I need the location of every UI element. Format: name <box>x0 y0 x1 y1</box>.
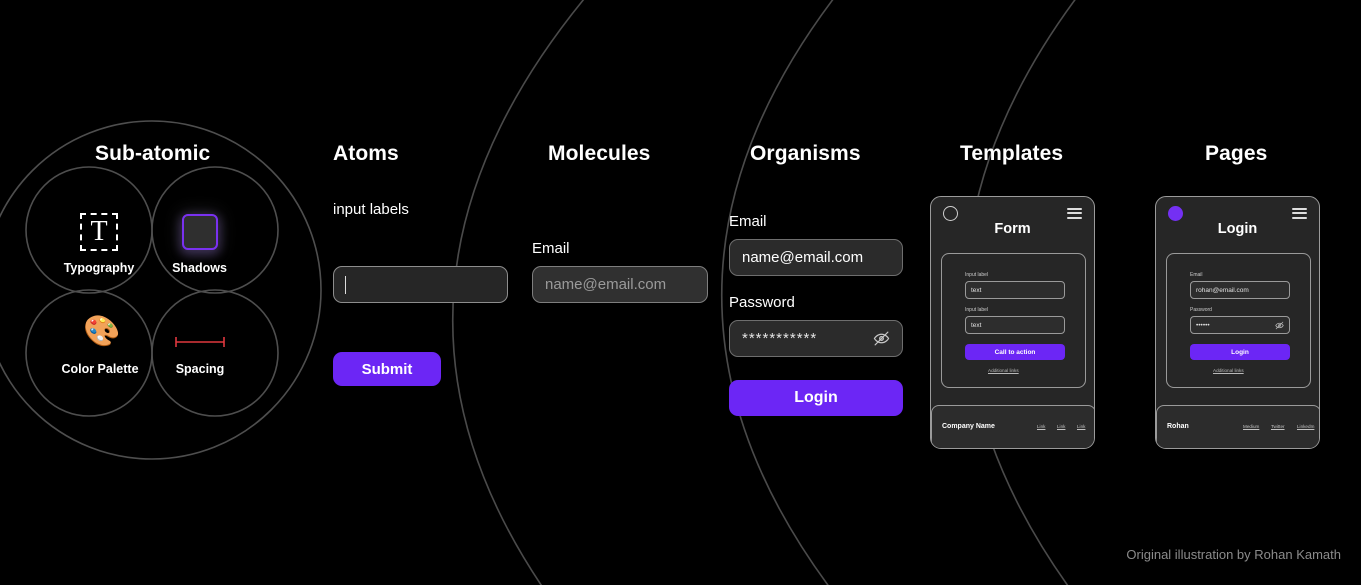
subatomic-label-spacing: Spacing <box>175 362 225 376</box>
molecules-email-input[interactable]: name@email.com <box>532 266 708 303</box>
pages-screen-title: Login <box>1217 221 1258 237</box>
typography-glyph: T <box>90 216 108 247</box>
page-title-pages: Pages <box>1205 142 1268 165</box>
templates-field-value-2: text <box>971 321 982 329</box>
pages-footer-bar: Rohan Medium Twitter LinkedIn <box>1156 405 1319 448</box>
venn-outer-circle <box>0 120 322 460</box>
templates-phone-mockup: Form Input label text Input label text C… <box>930 196 1095 449</box>
subatomic-label-color-palette: Color Palette <box>61 362 139 376</box>
pages-login-card: Email rohan@email.com Password •••••• Lo… <box>1166 253 1311 388</box>
templates-field-input-1[interactable]: text <box>965 281 1065 299</box>
shadow-swatch-icon <box>182 214 218 250</box>
text-caret <box>345 275 346 294</box>
pages-password-input[interactable]: •••••• <box>1190 316 1290 334</box>
typography-icon: T <box>80 213 118 251</box>
eye-off-icon[interactable] <box>873 330 890 347</box>
templates-footer-name: Company Name <box>942 423 995 430</box>
molecules-email-placeholder: name@email.com <box>545 276 667 293</box>
illustration-canvas: Sub-atomic Atoms Molecules Organisms Tem… <box>0 0 1361 585</box>
page-title-subatomic: Sub-atomic <box>95 142 211 165</box>
background-arc-2 <box>720 0 834 585</box>
venn-circle-color <box>25 289 153 417</box>
hamburger-menu-icon[interactable] <box>1292 208 1307 219</box>
templates-footer-bar: Company Name Link Link Link <box>931 405 1094 448</box>
color-palette-icon: 🎨 <box>83 315 121 348</box>
pages-footer-link-medium[interactable]: Medium <box>1243 424 1259 430</box>
pages-email-label: Email <box>1190 272 1203 278</box>
atoms-input[interactable] <box>333 266 508 303</box>
spacing-measure-icon <box>175 337 225 347</box>
eye-off-icon[interactable] <box>1275 321 1284 330</box>
pages-phone-mockup: Login Email rohan@email.com Password •••… <box>1155 196 1320 449</box>
page-title-organisms: Organisms <box>750 142 861 165</box>
venn-circle-spacing <box>151 289 279 417</box>
subatomic-label-shadows: Shadows <box>172 261 227 275</box>
pages-footer-name: Rohan <box>1167 423 1189 430</box>
templates-footer-link-3[interactable]: Link <box>1077 424 1085 430</box>
templates-additional-links[interactable]: Additional links <box>988 368 1019 374</box>
templates-footer-link-2[interactable]: Link <box>1057 424 1065 430</box>
atoms-input-label: input labels <box>333 201 409 218</box>
page-title-templates: Templates <box>960 142 1064 165</box>
templates-form-card: Input label text Input label text Call t… <box>941 253 1086 388</box>
templates-field-value-1: text <box>971 286 982 294</box>
organisms-password-value: *********** <box>742 330 818 347</box>
templates-screen-title: Form <box>994 221 1031 237</box>
circle-filled-logo-icon[interactable] <box>1168 206 1183 221</box>
templates-field-input-2[interactable]: text <box>965 316 1065 334</box>
organisms-email-value: name@email.com <box>742 249 864 266</box>
pages-additional-links[interactable]: Additional links <box>1213 368 1244 374</box>
templates-field-label-1: Input label <box>965 272 989 278</box>
pages-password-label: Password <box>1190 307 1212 313</box>
pages-email-value: rohan@email.com <box>1196 286 1249 294</box>
pages-password-value: •••••• <box>1196 321 1210 329</box>
organisms-password-label: Password <box>729 294 795 311</box>
organisms-email-label: Email <box>729 213 767 230</box>
molecules-email-label: Email <box>532 240 570 257</box>
hamburger-menu-icon[interactable] <box>1067 208 1082 219</box>
templates-field-label-2: Input label <box>965 307 989 313</box>
templates-footer-link-1[interactable]: Link <box>1037 424 1045 430</box>
pages-email-input[interactable]: rohan@email.com <box>1190 281 1290 299</box>
submit-button[interactable]: Submit <box>333 352 441 386</box>
organisms-login-button[interactable]: Login <box>729 380 903 416</box>
page-title-molecules: Molecules <box>548 142 651 165</box>
page-title-atoms: Atoms <box>333 142 399 165</box>
subatomic-venn-diagram <box>0 120 322 460</box>
attribution-credit: Original illustration by Rohan Kamath <box>1126 547 1341 562</box>
pages-footer-link-linkedin[interactable]: LinkedIn <box>1297 424 1314 430</box>
pages-footer-link-twitter[interactable]: Twitter <box>1271 424 1285 430</box>
organisms-email-input[interactable]: name@email.com <box>729 239 903 276</box>
organisms-password-input[interactable]: *********** <box>729 320 903 357</box>
circle-outline-logo-icon[interactable] <box>943 206 958 221</box>
pages-login-button[interactable]: Login <box>1190 344 1290 360</box>
subatomic-label-typography: Typography <box>63 261 135 275</box>
templates-cta-button[interactable]: Call to action <box>965 344 1065 360</box>
